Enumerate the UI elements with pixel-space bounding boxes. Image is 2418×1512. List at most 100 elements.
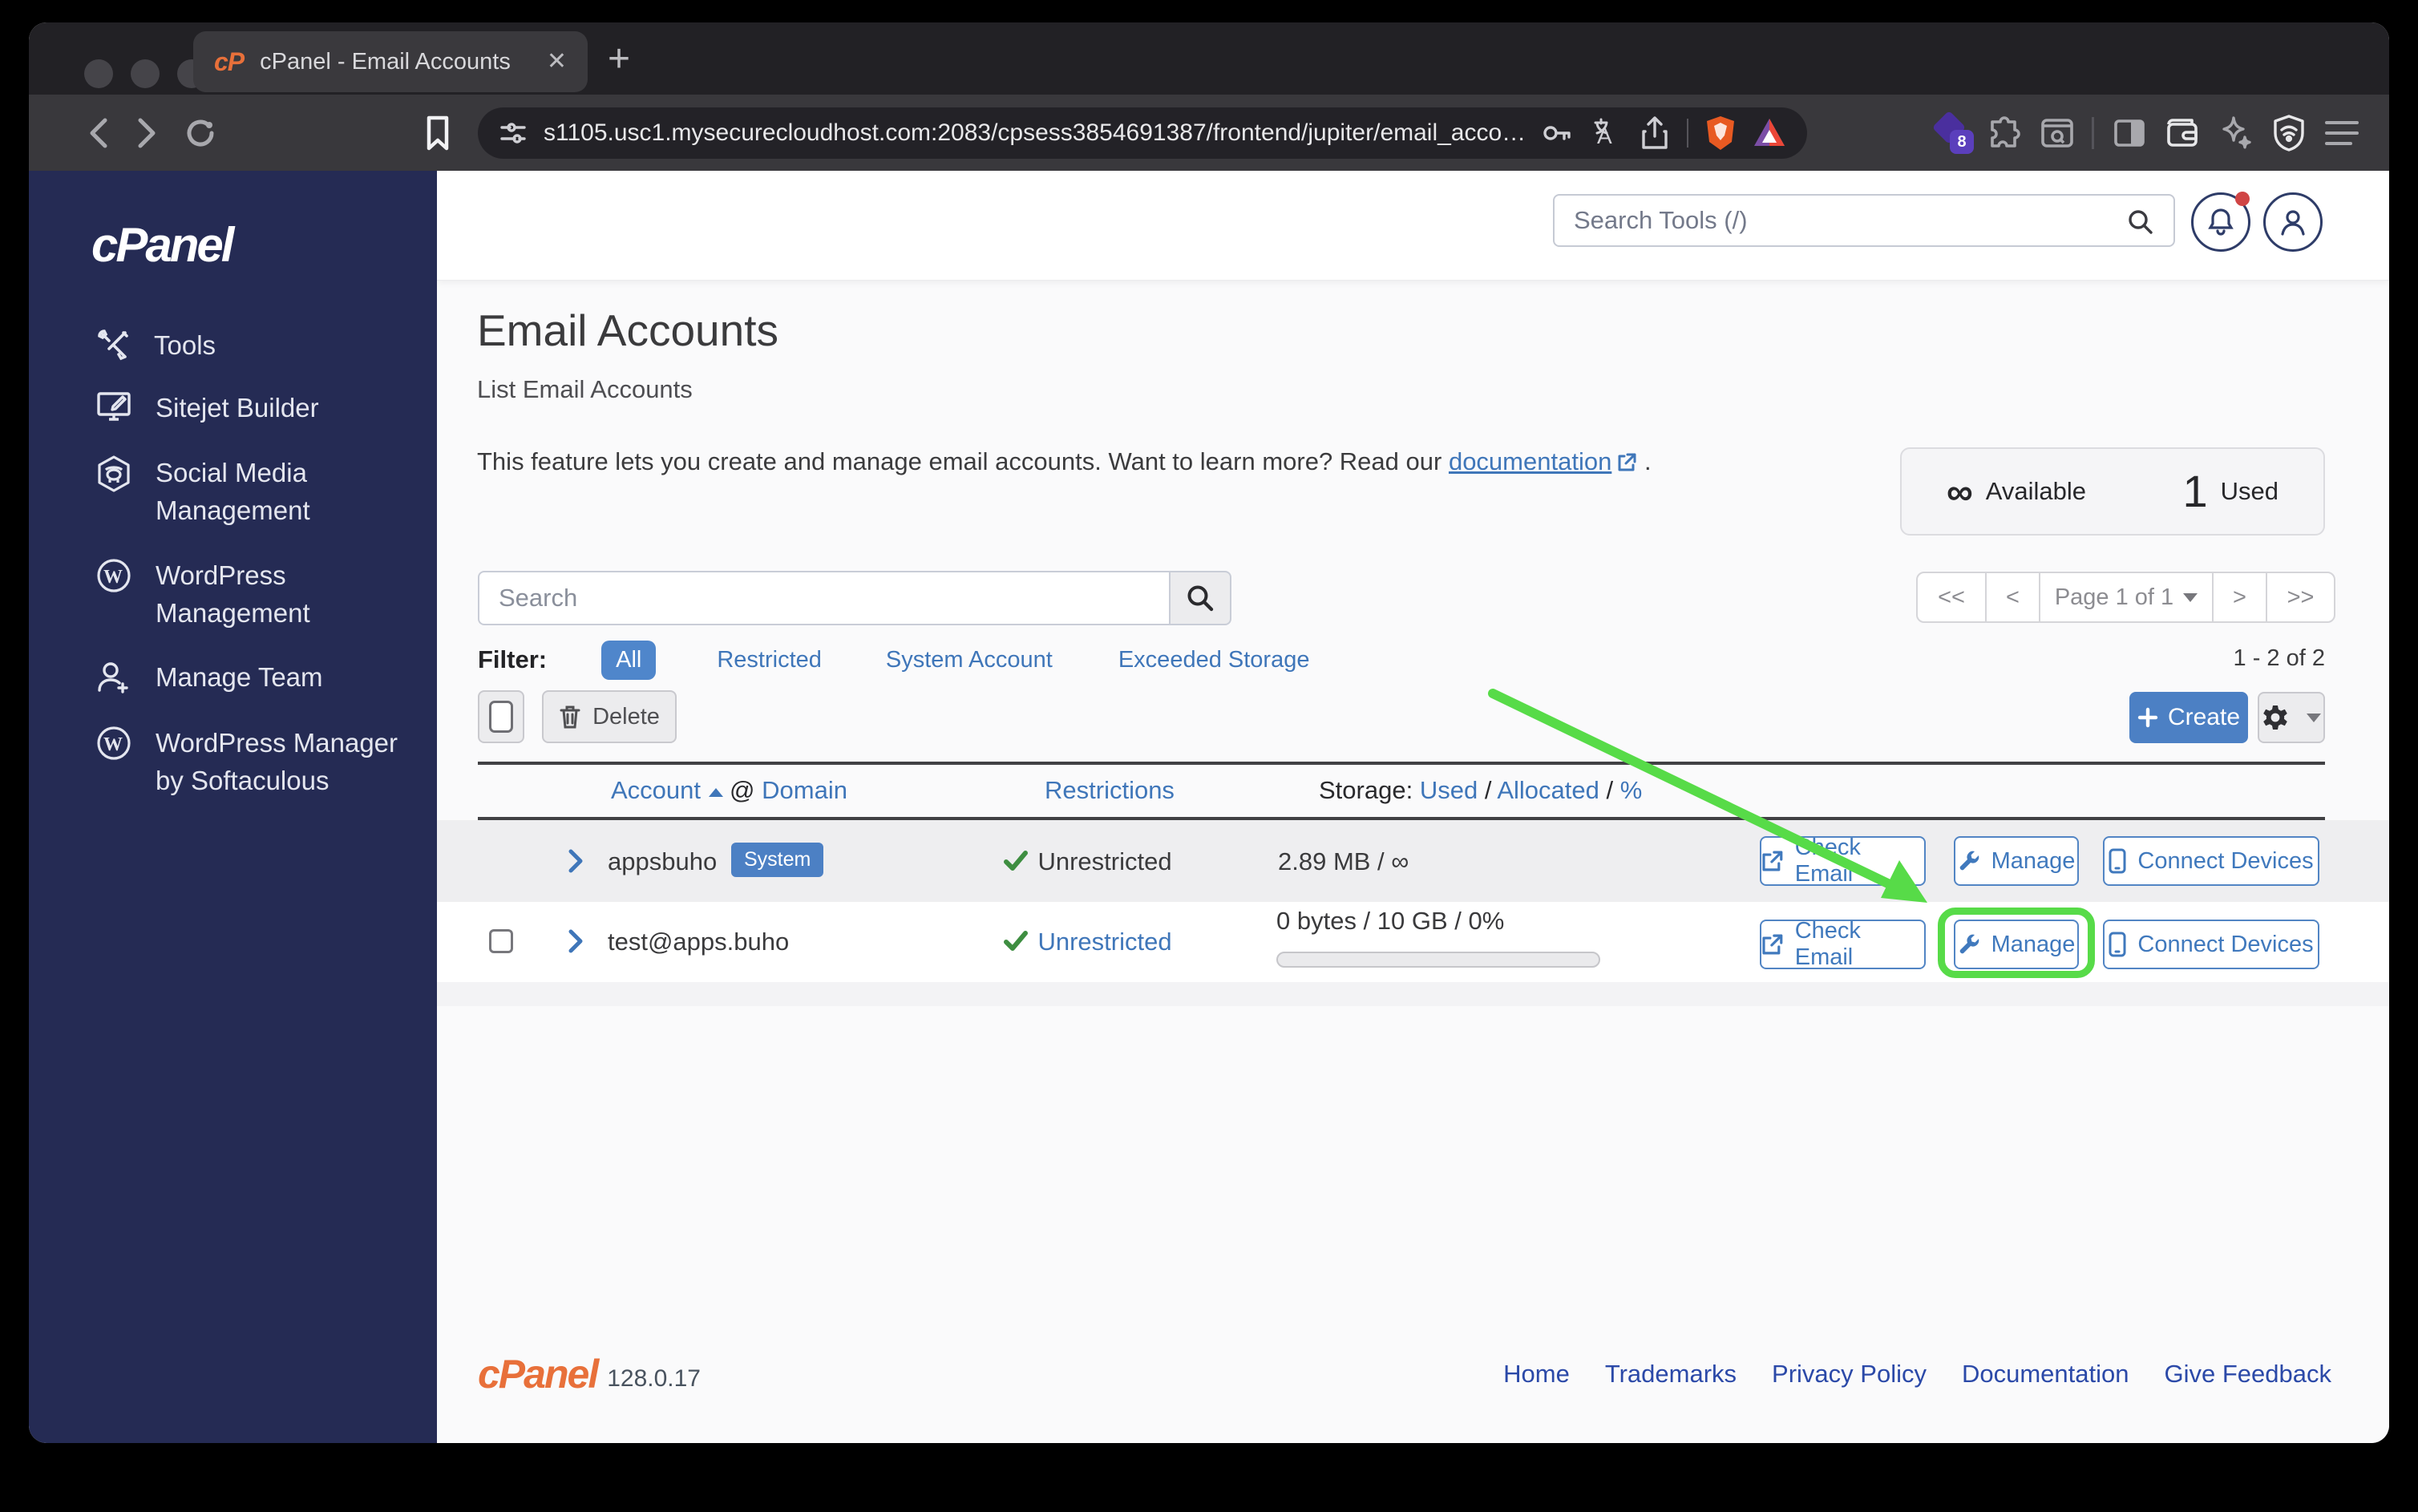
list-search-input[interactable] [478,571,1169,625]
sidebar-toggle-icon[interactable] [2112,115,2147,151]
brave-shields-icon[interactable] [1704,115,1737,152]
sidebar-item-manage-team[interactable]: Manage Team [96,658,420,696]
mobile-device-icon [2109,848,2126,874]
storage-cell: 2.89 MB / ∞ [1278,847,1409,875]
sort-percent-link[interactable]: % [1620,776,1643,804]
menu-hamburger-icon[interactable] [2323,119,2360,147]
search-icon[interactable] [2127,208,2154,236]
check-icon [1004,851,1028,871]
check-email-button[interactable]: Check Email [1760,835,1926,887]
urlbar-divider [1687,119,1688,148]
url-bar[interactable]: s1105.usc1.mysecurecloudhost.com:2083/cp… [478,107,1807,159]
notifications-bell-button[interactable] [2191,192,2250,252]
account-name: test@apps.buho [608,928,790,956]
page-title: Email Accounts [477,305,779,355]
brave-rewards-icon[interactable] [1753,117,1786,149]
svg-text:W: W [103,567,123,588]
expand-chevron-icon[interactable] [568,929,584,953]
browser-tab[interactable]: cP cPanel - Email Accounts ✕ [193,31,588,92]
forward-icon[interactable] [123,95,172,171]
cpanel-favicon: cP [214,46,245,76]
expand-chevron-icon[interactable] [568,849,584,873]
sort-restrictions-link[interactable]: Restrictions [1045,776,1175,805]
page-prev-button[interactable]: < [1985,573,2039,621]
page-next-button[interactable]: > [2212,573,2266,621]
footer-link-documentation[interactable]: Documentation [1962,1360,2129,1389]
restriction-link[interactable]: Unrestricted [1037,928,1171,956]
traffic-light-close[interactable] [84,59,113,88]
vpn-shield-icon[interactable] [2271,114,2307,152]
sidebar-item-social-media[interactable]: Social Media Management [96,454,420,529]
back-icon[interactable] [74,95,122,171]
documentation-link[interactable]: documentation [1449,447,1611,475]
sort-asc-icon [709,788,724,797]
table-settings-button[interactable] [2258,692,2325,743]
toolbar-divider [2092,117,2095,149]
footer-link-privacy-policy[interactable]: Privacy Policy [1772,1360,1927,1389]
search-panel-icon[interactable] [2040,115,2075,151]
bell-icon [2208,208,2234,236]
search-icon [1187,585,1214,612]
page-first-button[interactable]: << [1918,573,1985,621]
filter-restricted[interactable]: Restricted [717,647,822,673]
page-select[interactable]: Page 1 of 1 [2039,573,2212,621]
url-text[interactable]: s1105.usc1.mysecurecloudhost.com:2083/cp… [544,119,1523,147]
traffic-light-minimize[interactable] [131,59,160,88]
sidebar-item-tools[interactable]: Tools [96,326,418,364]
row-checkbox[interactable] [489,929,513,953]
reload-icon[interactable] [175,95,226,171]
list-search-button[interactable] [1169,571,1231,625]
user-account-button[interactable] [2263,192,2323,252]
tools-icon [98,329,128,361]
translate-icon[interactable]: A [1589,116,1623,150]
leo-ai-sparkle-icon[interactable] [2218,115,2254,152]
external-link-icon [1616,452,1637,473]
connect-devices-button[interactable]: Connect Devices [2103,920,2319,969]
wallet-icon[interactable] [2164,116,2201,150]
manage-button-highlighted[interactable]: Manage [1954,920,2079,969]
sidebar-item-wordpress-manager-softaculous[interactable]: W WordPress Manager by Softaculous [96,724,420,799]
sort-used-link[interactable]: Used [1420,776,1478,804]
delete-button[interactable]: Delete [542,690,677,743]
tab-close-icon[interactable]: ✕ [547,50,567,74]
filter-all[interactable]: All [601,640,657,680]
table-bottom-stripe [437,982,2389,1006]
infinity-symbol: ∞ [1947,471,1973,512]
extension-badge-icon[interactable]: 8 [1931,110,1974,154]
select-all-checkbox-button[interactable] [478,690,524,743]
social-media-icon [98,455,130,492]
share-icon[interactable] [1639,115,1671,151]
used-count: 1 [2182,466,2208,516]
gear-icon [2263,705,2287,730]
sidebar-item-sitejet-builder[interactable]: Sitejet Builder [96,389,420,427]
bookmark-icon[interactable] [412,95,463,171]
sort-account-link[interactable]: Account [611,776,701,804]
sidebar-item-label: WordPress Management [156,560,310,628]
create-button[interactable]: Create [2129,692,2248,743]
manage-button[interactable]: Manage [1954,836,2079,886]
password-key-icon[interactable] [1539,116,1573,150]
new-tab-button[interactable]: + [608,37,630,81]
trash-icon [560,705,580,729]
system-badge: System [731,843,824,877]
chevron-down-icon [2307,713,2321,722]
sort-domain-link[interactable]: Domain [762,776,847,804]
cpanel-sidebar: cPanel Tools Sitejet Builder Social Medi… [29,171,437,1443]
storage-cell: 0 bytes / 10 GB / 0% [1276,907,1505,935]
filter-exceeded-storage[interactable]: Exceeded Storage [1118,647,1310,673]
restriction-cell: Unrestricted [1004,847,1172,876]
tab-strip: cP cPanel - Email Accounts ✕ + [29,22,2389,95]
footer-link-trademarks[interactable]: Trademarks [1605,1360,1737,1389]
tools-search-input[interactable] [1553,194,2175,247]
page-last-button[interactable]: >> [2266,573,2334,621]
extensions-puzzle-icon[interactable] [1987,115,2023,151]
connect-devices-button[interactable]: Connect Devices [2103,836,2319,886]
site-settings-icon[interactable] [499,119,528,148]
footer-link-give-feedback[interactable]: Give Feedback [2165,1360,2332,1389]
sort-allocated-link[interactable]: Allocated [1497,776,1599,804]
storage-progress-bar [1276,952,1600,968]
sidebar-item-wordpress-management[interactable]: W WordPress Management [96,556,420,632]
check-email-button[interactable]: Check Email [1760,918,1926,970]
filter-system-account[interactable]: System Account [886,647,1053,673]
footer-link-home[interactable]: Home [1503,1360,1570,1389]
